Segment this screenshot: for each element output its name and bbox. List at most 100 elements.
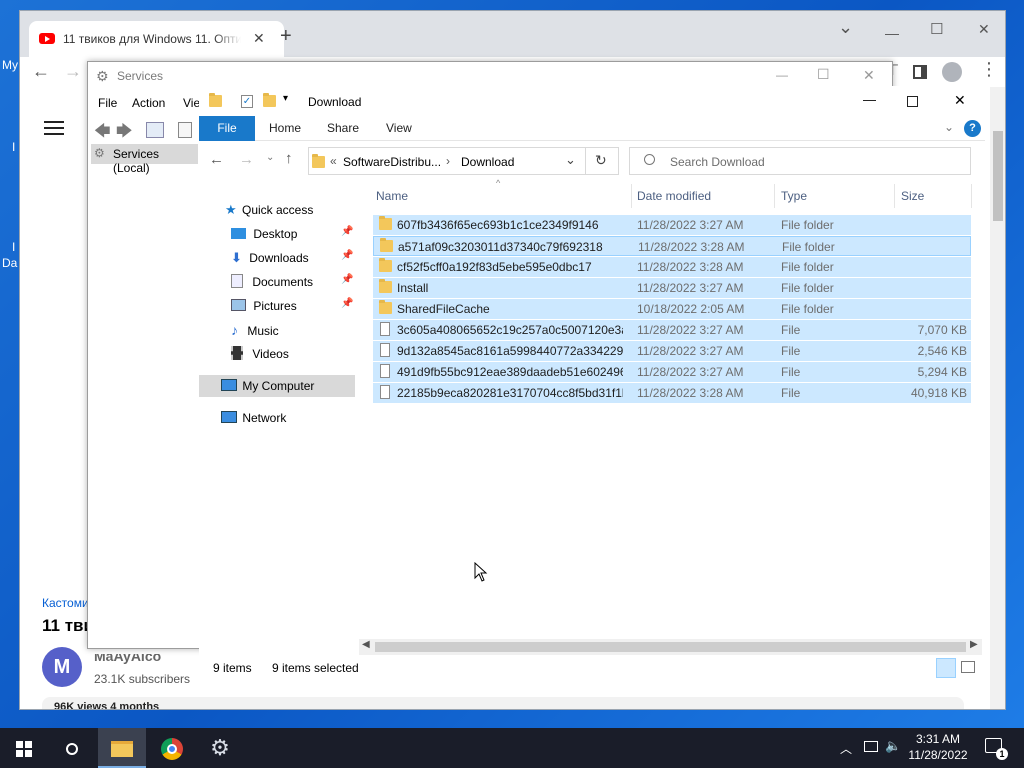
services-minimize-button[interactable]: — [776, 68, 788, 82]
channel-name[interactable]: MaAyAico [94, 654, 161, 664]
column-divider[interactable] [894, 184, 895, 208]
table-row[interactable]: 9d132a8545ac8161a5998440772a3342297f... … [373, 341, 971, 361]
chrome-close-button[interactable]: ✕ [978, 21, 990, 38]
pin-icon[interactable]: 📌 [341, 298, 353, 309]
nav-documents[interactable]: Documents [231, 271, 313, 293]
address-prefix[interactable]: « [330, 154, 337, 168]
nav-downloads[interactable]: ⬇ Downloads [231, 247, 309, 269]
recent-locations-chevron-icon[interactable]: ⌄ [266, 152, 274, 163]
table-row[interactable]: 607fb3436f65ec693b1c1ce2349f9146 11/28/2… [373, 215, 971, 235]
explorer-close-button[interactable]: ✕ [954, 92, 966, 109]
nav-pictures[interactable]: Pictures [231, 295, 297, 317]
details-view-icon[interactable] [936, 658, 956, 678]
chrome-tab[interactable]: 11 твиков для Windows 11. Опти ✕ [29, 21, 284, 57]
forward-arrow-icon[interactable]: → [239, 151, 254, 168]
pin-icon[interactable]: 📌 [341, 250, 353, 261]
explorer-maximize-button[interactable] [907, 96, 918, 107]
refresh-icon[interactable]: ↻ [595, 152, 607, 169]
address-crumb-parent[interactable]: SoftwareDistribu... [343, 155, 441, 169]
chrome-menu-icon[interactable]: ⋮ [980, 59, 998, 80]
chrome-taskbar-button[interactable] [148, 728, 196, 768]
nav-desktop[interactable]: Desktop [231, 223, 297, 245]
table-row[interactable]: a571af09c3203011d37340c79f692318 11/28/2… [373, 236, 971, 256]
qat-newfolder-icon[interactable] [263, 93, 276, 107]
taskbar-clock[interactable]: 3:31 AM 11/28/2022 [905, 731, 971, 763]
tree-item-services-local[interactable]: ⚙ Services (Local) [91, 144, 198, 175]
desktop-icon-label[interactable]: I [12, 140, 15, 154]
desktop-icon-label[interactable]: Da [2, 256, 17, 270]
column-divider[interactable] [971, 184, 972, 208]
table-row[interactable]: 3c605a408065652c19c257a0c5007120e3a4... … [373, 320, 971, 340]
column-divider[interactable] [774, 184, 775, 208]
table-row[interactable]: 491d9fb55bc912eae389daadeb51e602496... 1… [373, 362, 971, 382]
scroll-right-arrow-icon[interactable]: ▶ [970, 639, 978, 650]
nav-videos[interactable]: Videos [231, 343, 289, 365]
new-tab-button[interactable]: + [280, 25, 292, 48]
nav-music[interactable]: ♪ Music [231, 319, 279, 341]
start-button[interactable] [0, 728, 48, 768]
column-header-date[interactable]: Date modified [637, 189, 711, 203]
side-panel-icon[interactable] [913, 65, 927, 79]
desktop-icon-label[interactable]: I [12, 240, 15, 254]
menu-action[interactable]: Action [132, 96, 165, 110]
table-row[interactable]: 22185b9eca820281e3170704cc8f5bd31f1b... … [373, 383, 971, 403]
qat-dropdown-icon[interactable]: ▾ [283, 93, 288, 104]
address-separator[interactable]: › [446, 154, 450, 168]
search-box[interactable]: Search Download [629, 147, 971, 175]
back-arrow-icon[interactable]: 🡄 [94, 120, 111, 147]
services-close-button[interactable]: ✕ [863, 67, 875, 84]
volume-icon[interactable]: 🔈 [885, 738, 901, 754]
services-taskbar-button[interactable]: ⚙ [196, 728, 244, 768]
chrome-maximize-button[interactable]: ☐ [930, 20, 943, 38]
tab-share[interactable]: Share [327, 116, 359, 141]
file-explorer-taskbar-button[interactable] [98, 728, 146, 768]
back-arrow-icon[interactable]: ← [209, 151, 224, 168]
desktop-icon-label[interactable]: My [2, 58, 18, 72]
pin-icon[interactable]: 📌 [341, 226, 353, 237]
menu-file[interactable]: File [98, 96, 117, 110]
address-bar[interactable]: « SoftwareDistribu... › Download ⌄ ↻ [308, 147, 619, 175]
table-row[interactable]: SharedFileCache 10/18/2022 2:05 AM File … [373, 299, 971, 319]
network-status-icon[interactable] [864, 741, 878, 752]
address-crumb-current[interactable]: Download [461, 155, 514, 169]
tab-search-chevron-icon[interactable]: ⌄ [838, 17, 853, 38]
back-arrow-icon[interactable]: ← [32, 61, 50, 82]
table-row[interactable]: cf52f5cff0a192f83d5ebe595e0dbc17 11/28/2… [373, 257, 971, 277]
tab-view[interactable]: View [386, 116, 412, 141]
console-tree-icon[interactable] [146, 122, 164, 138]
chrome-minimize-button[interactable]: — [885, 25, 899, 41]
services-maximize-button[interactable]: ☐ [817, 66, 830, 83]
nav-network[interactable]: Network [221, 407, 286, 429]
menu-view[interactable]: Vie [183, 96, 200, 110]
column-header-name[interactable]: Name [376, 189, 408, 203]
tab-home[interactable]: Home [269, 116, 301, 141]
description-box[interactable]: 96K views 4 months [42, 697, 964, 709]
page-scrollbar-thumb[interactable] [993, 131, 1003, 221]
tab-close-icon[interactable]: ✕ [253, 30, 265, 47]
table-row[interactable]: Install 11/28/2022 3:27 AM File folder [373, 278, 971, 298]
explorer-minimize-button[interactable]: — [863, 92, 876, 107]
column-header-type[interactable]: Type [781, 189, 807, 203]
channel-avatar[interactable]: M [42, 647, 82, 687]
qat-checkbox-icon[interactable]: ✓ [241, 95, 253, 108]
help-icon[interactable]: ? [964, 120, 981, 137]
show-hidden-icons-chevron-icon[interactable]: ︿ [840, 740, 852, 757]
pin-icon[interactable]: 📌 [341, 274, 353, 285]
up-arrow-icon[interactable]: ↑ [285, 150, 293, 167]
large-icons-view-icon[interactable] [961, 661, 975, 673]
search-button[interactable] [48, 728, 96, 768]
nav-my-computer[interactable]: My Computer [199, 375, 355, 397]
scroll-left-arrow-icon[interactable]: ◀ [362, 639, 370, 650]
nav-quick-access[interactable]: ★ Quick access [225, 199, 313, 221]
column-divider[interactable] [631, 184, 632, 208]
forward-arrow-icon[interactable]: 🡆 [116, 120, 133, 147]
column-header-size[interactable]: Size [901, 189, 924, 203]
properties-icon[interactable] [178, 122, 192, 138]
address-dropdown-icon[interactable]: ⌄ [565, 152, 576, 168]
tab-file[interactable]: File [199, 116, 255, 141]
video-breadcrumb[interactable]: Кастоми [42, 596, 89, 610]
profile-avatar-icon[interactable] [942, 62, 962, 82]
forward-arrow-icon[interactable]: → [64, 61, 82, 82]
horizontal-scrollbar-thumb[interactable] [375, 642, 966, 652]
explorer-titlebar[interactable]: ✓ ▾ Download — ✕ [199, 86, 985, 116]
